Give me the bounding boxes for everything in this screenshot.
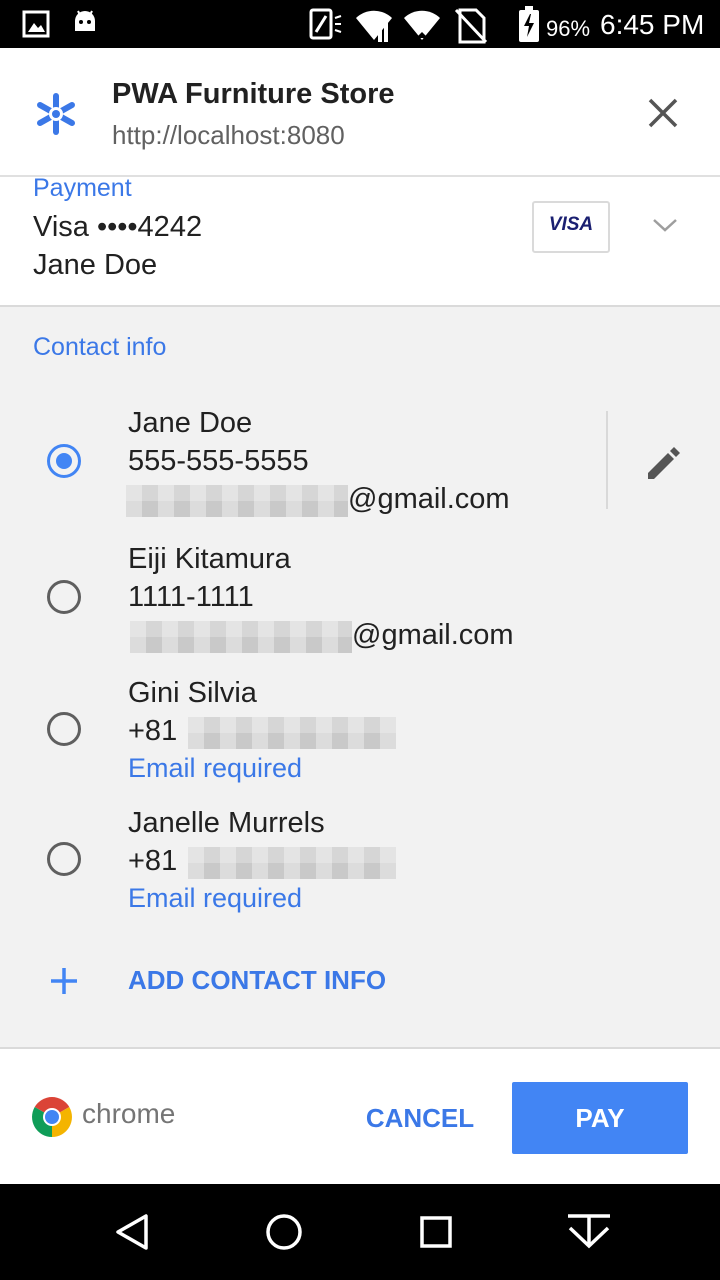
- redacted-phone-blur: [188, 847, 396, 879]
- contact-phone: 1111-1111: [128, 581, 254, 613]
- contact-name: Janelle Murrels: [128, 807, 325, 839]
- redacted-email-blur: [126, 485, 348, 517]
- contact-option[interactable]: Janelle Murrels +81 Email required: [0, 803, 720, 923]
- no-sim-icon: [454, 8, 488, 44]
- android-icon: [75, 10, 95, 31]
- payment-sheet-footer: chrome CANCEL PAY: [0, 1047, 720, 1184]
- contact-phone: +81: [128, 845, 178, 877]
- cancel-button[interactable]: CANCEL: [352, 1082, 488, 1154]
- contact-info-label: Contact info: [33, 333, 167, 361]
- pay-button[interactable]: PAY: [512, 1082, 688, 1154]
- divider: [606, 411, 608, 509]
- back-icon[interactable]: [112, 1212, 152, 1252]
- radio-unselected-icon[interactable]: [47, 842, 81, 876]
- nfc-icon: [309, 8, 342, 40]
- chrome-brand-text: chrome: [82, 1098, 176, 1129]
- email-required-text: Email required: [128, 753, 303, 783]
- close-icon[interactable]: [646, 96, 680, 130]
- payment-name: Jane Doe: [33, 249, 158, 281]
- redacted-email-blur: [130, 621, 352, 653]
- navigation-bar: [0, 1184, 720, 1280]
- gallery-icon: [22, 10, 50, 38]
- contact-option[interactable]: Jane Doe 555-555-5555 @gmail.com: [0, 403, 720, 523]
- wifi-calling-icon: [356, 10, 392, 42]
- battery-percent: 96%: [546, 16, 591, 41]
- visa-logo-text: VISA: [548, 214, 594, 235]
- contact-info-section: Contact info Jane Doe 555-555-5555 @gmai…: [0, 307, 720, 1047]
- contact-phone: +81: [128, 715, 178, 747]
- contact-email-suffix: @gmail.com: [348, 483, 510, 515]
- status-bar: 96% 6:45 PM: [0, 0, 720, 48]
- home-icon[interactable]: [264, 1212, 304, 1252]
- recents-icon[interactable]: [418, 1214, 454, 1250]
- add-contact-info-label: ADD CONTACT INFO: [128, 965, 387, 995]
- store-icon: [37, 93, 75, 135]
- chevron-down-icon[interactable]: [652, 217, 678, 233]
- keyboard-hide-icon[interactable]: [564, 1210, 614, 1254]
- contact-option[interactable]: Gini Silvia +81 Email required: [0, 671, 720, 791]
- radio-selected-icon[interactable]: [47, 444, 81, 478]
- edit-pencil-icon[interactable]: [644, 443, 684, 483]
- contact-name: Gini Silvia: [128, 677, 257, 709]
- contact-name: Eiji Kitamura: [128, 543, 291, 575]
- payment-section[interactable]: Payment Visa ••••4242 Jane Doe VISA: [0, 174, 720, 307]
- contact-option[interactable]: Eiji Kitamura 1111-1111 @gmail.com: [0, 537, 720, 657]
- status-time: 6:45 PM: [600, 9, 705, 40]
- plus-icon: [51, 968, 77, 994]
- contact-name: Jane Doe: [128, 407, 253, 439]
- redacted-phone-blur: [188, 717, 396, 749]
- battery-charging-icon: [519, 6, 539, 42]
- payment-label: Payment: [33, 174, 132, 202]
- radio-unselected-icon[interactable]: [47, 712, 81, 746]
- merchant-title: PWA Furniture Store: [112, 78, 395, 110]
- wifi-icon: [404, 10, 440, 41]
- merchant-url: http://localhost:8080: [112, 120, 345, 150]
- visa-card-logo: VISA: [532, 201, 610, 253]
- contact-phone: 555-555-5555: [128, 445, 309, 477]
- payment-sheet-header: PWA Furniture Store http://localhost:808…: [0, 48, 720, 177]
- chrome-logo-icon: [32, 1097, 72, 1137]
- contact-email-suffix: @gmail.com: [352, 619, 514, 651]
- add-contact-info-button[interactable]: ADD CONTACT INFO: [0, 947, 720, 1015]
- radio-unselected-icon[interactable]: [47, 580, 81, 614]
- email-required-text: Email required: [128, 883, 303, 913]
- payment-card: Visa ••••4242: [33, 211, 203, 243]
